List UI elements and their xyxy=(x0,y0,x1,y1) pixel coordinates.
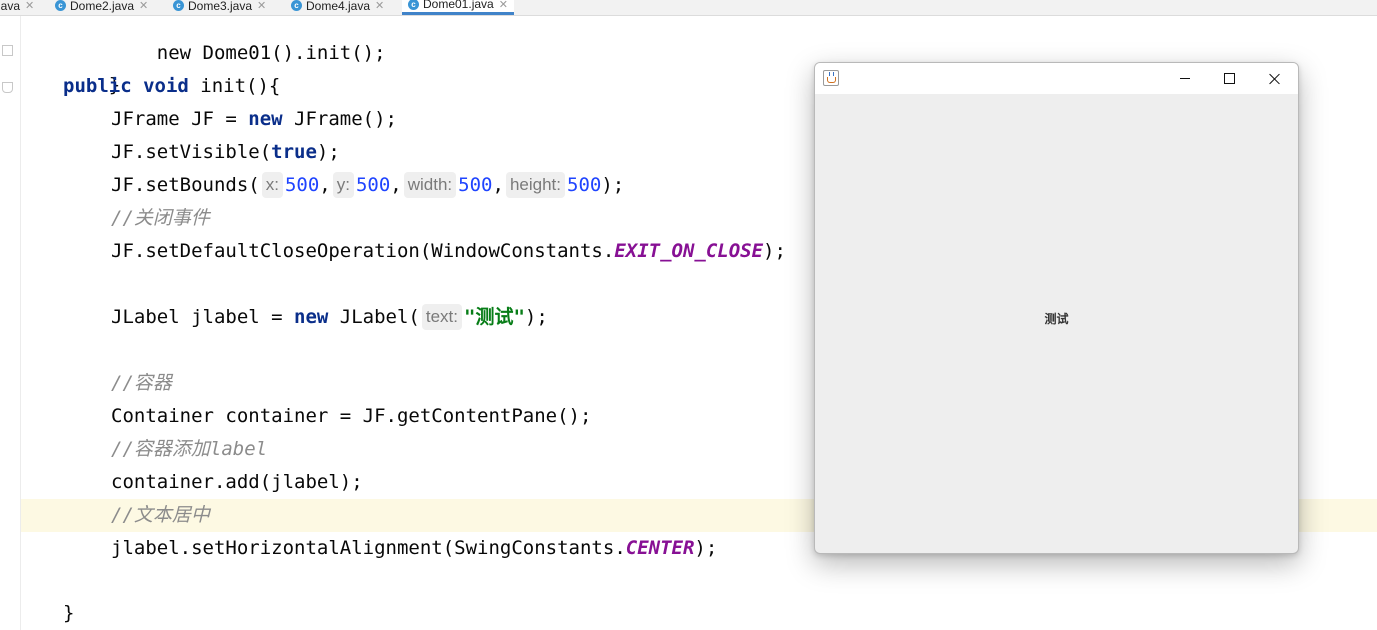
number-literal: 500 xyxy=(567,174,602,196)
java-cup-icon[interactable] xyxy=(823,70,839,86)
static-field: EXIT_ON_CLOSE xyxy=(614,240,764,262)
code-line: } xyxy=(63,36,120,96)
code-text: JFrame JF = xyxy=(111,108,249,130)
window-titlebar[interactable] xyxy=(815,63,1298,94)
code-text: ); xyxy=(601,174,625,196)
code-text: JLabel( xyxy=(328,306,420,328)
keyword: public xyxy=(63,75,132,97)
param-hint: text: xyxy=(421,304,462,330)
param-hint: y: xyxy=(332,172,354,198)
code-line: //文本居中 xyxy=(111,499,210,532)
code-text: ); xyxy=(763,240,786,262)
code-line: JF.setVisible(true); xyxy=(111,136,340,169)
maximize-button[interactable] xyxy=(1207,63,1252,94)
code-text: init(){ xyxy=(188,75,281,97)
close-icon xyxy=(1269,73,1281,85)
keyword: new xyxy=(294,306,329,328)
param-hint: height: xyxy=(505,172,565,198)
code-line: JLabel jlabel = new JLabel(text: "测试"); xyxy=(111,301,548,334)
fold-start-icon[interactable] xyxy=(2,82,13,93)
close-icon[interactable]: ✕ xyxy=(25,0,34,12)
code-text: jlabel.setHorizontalAlignment(SwingConst… xyxy=(111,537,626,559)
param-hint: x: xyxy=(261,172,283,198)
tab-java[interactable]: java ✕ xyxy=(0,0,34,15)
code-text: JF.setDefaultCloseOperation(WindowConsta… xyxy=(111,240,615,262)
jlabel-text: 测试 xyxy=(1044,312,1069,326)
code-line: new Dome01().init(); xyxy=(111,4,386,64)
class-icon: c xyxy=(408,0,419,10)
code-text: JF.setVisible( xyxy=(111,141,272,163)
editor-gutter xyxy=(0,16,21,630)
param-hint: width: xyxy=(403,172,457,198)
close-button[interactable] xyxy=(1252,63,1297,94)
code-text: container.add(jlabel); xyxy=(111,471,363,493)
code-line: container.add(jlabel); xyxy=(111,466,363,499)
code-line: //容器 xyxy=(111,367,172,400)
number-literal: 500 xyxy=(284,174,320,196)
class-icon: c xyxy=(55,0,66,11)
tab-label: java xyxy=(0,0,21,13)
keyword: true xyxy=(271,141,317,163)
fold-end-icon[interactable] xyxy=(2,45,13,56)
code-text: ); xyxy=(524,306,548,328)
code-text: new Dome01().init(); xyxy=(156,42,386,64)
minimize-button[interactable] xyxy=(1162,63,1207,94)
code-line: jlabel.setHorizontalAlignment(SwingConst… xyxy=(111,532,717,565)
static-field: CENTER xyxy=(625,537,695,559)
code-line: Container container = JF.getContentPane(… xyxy=(111,400,591,433)
comment: //容器 xyxy=(111,372,172,394)
minimize-icon xyxy=(1179,78,1190,79)
code-text: JLabel jlabel = xyxy=(111,306,295,328)
comment: //关闭事件 xyxy=(111,207,210,229)
maximize-icon xyxy=(1224,73,1235,84)
code-line: //容器添加label xyxy=(111,433,267,466)
jframe-window[interactable]: 测试 xyxy=(814,62,1299,554)
close-icon[interactable]: ✕ xyxy=(499,0,508,11)
tab-dome01[interactable]: c Dome01.java ✕ xyxy=(402,0,514,15)
code-line: //关闭事件 xyxy=(111,202,210,235)
code-line: } xyxy=(63,597,74,630)
code-line: JFrame JF = new JFrame(); xyxy=(111,103,397,136)
comment: //容器添加label xyxy=(111,438,268,460)
code-line: JF.setBounds(x: 500, y: 500, width: 500, heigh… xyxy=(111,172,625,198)
number-literal: 500 xyxy=(458,174,493,196)
number-literal: 500 xyxy=(355,174,391,196)
keyword: new xyxy=(248,108,283,130)
code-line: JF.setDefaultCloseOperation(WindowConsta… xyxy=(111,235,786,268)
code-text: JFrame(); xyxy=(282,108,397,130)
tab-label: Dome01.java xyxy=(423,0,494,11)
comment: //文本居中 xyxy=(111,504,210,526)
keyword: void xyxy=(143,75,189,97)
code-line: public void init(){ xyxy=(63,70,280,103)
code-text: ); xyxy=(316,141,340,163)
code-text: JF.setBounds( xyxy=(111,174,260,196)
code-text: Container container = JF.getContentPane(… xyxy=(111,405,592,427)
string-literal: "测试" xyxy=(464,306,525,328)
code-text: } xyxy=(63,602,75,624)
code-text: ); xyxy=(694,537,718,559)
